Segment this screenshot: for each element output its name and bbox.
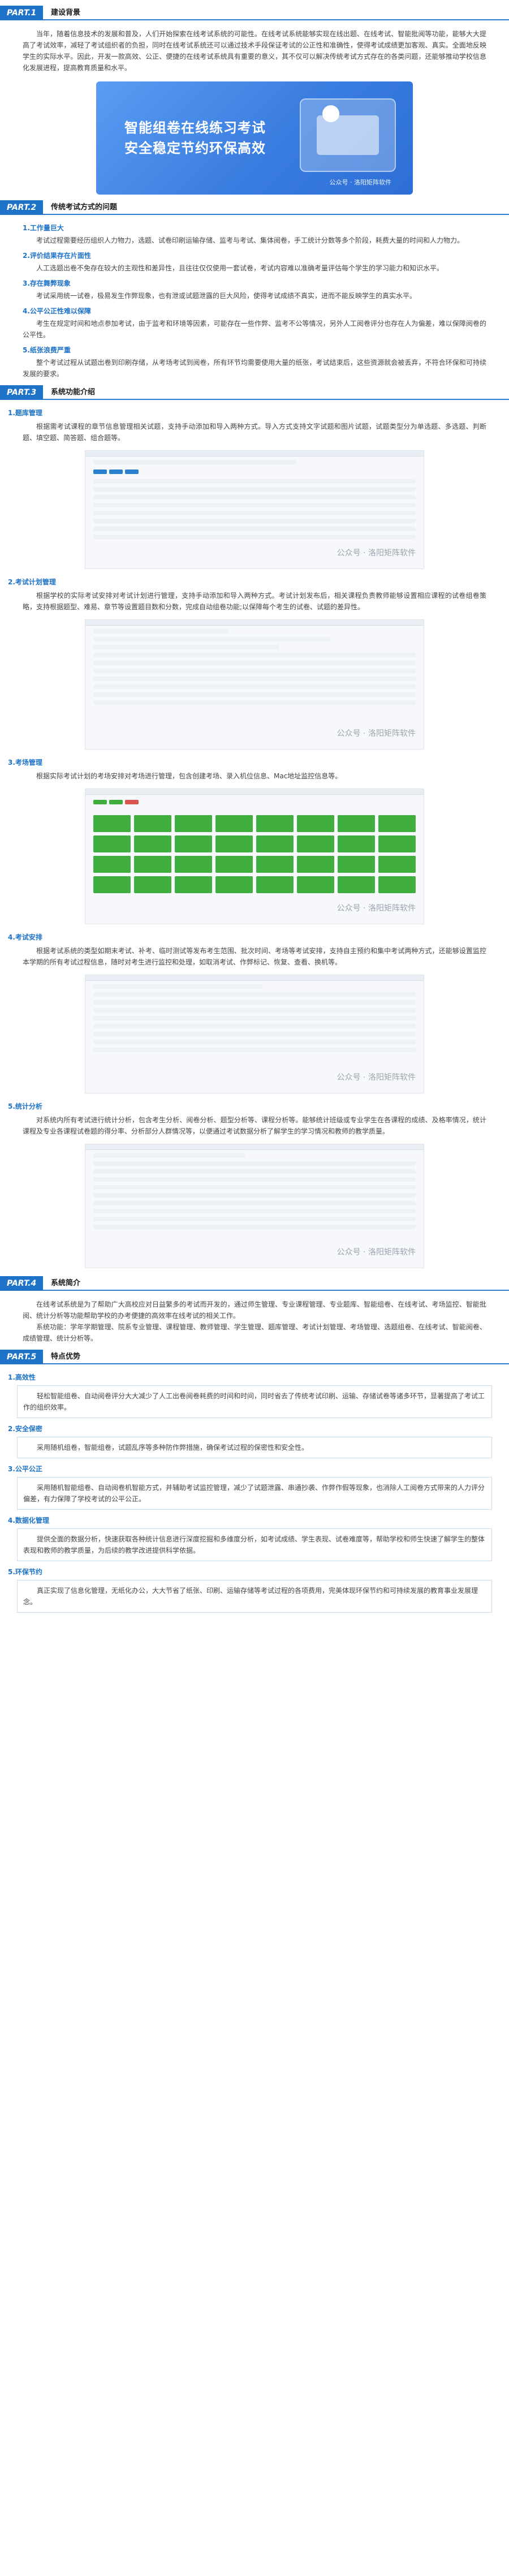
problem-title: 3.存在舞弊现象	[23, 279, 71, 287]
screenshot-question-bank: 公众号 · 洛阳矩阵软件	[85, 450, 424, 569]
feature-text: 根据需考试课程的章节信息管理相关试题，支持手动添加和导入两种方式。导入方式支持文…	[23, 423, 486, 442]
advantage-title: 4.数据化管理	[8, 1517, 49, 1524]
feature-title: 5.统计分析	[8, 1102, 42, 1110]
advantage-item: 5.环保节约 真正实现了信息化管理，无纸化办公，大大节省了纸张、印刷、运输存储等…	[0, 1567, 509, 1613]
watermark: 公众号 · 洛阳矩阵软件	[337, 1248, 416, 1257]
part1-title: 建设背景	[51, 8, 81, 17]
part3-tag: PART.3	[0, 385, 44, 400]
part5-header: PART.5 特点优势	[0, 1350, 509, 1364]
problem-text: 考生在规定时间和地点参加考试，由于监考和环境等因素，可能存在一些作弊、监考不公等…	[23, 320, 486, 339]
watermark: 公众号 · 洛阳矩阵软件	[337, 904, 416, 913]
feature-exam-plan: 2.考试计划管理 根据学校的实际考试安排对考试计划进行管理，支持手动添加和导入两…	[0, 577, 509, 749]
screenshot-exam-room: 公众号 · 洛阳矩阵软件	[85, 789, 424, 924]
screenshot-statistics: 公众号 · 洛阳矩阵软件	[85, 1144, 424, 1268]
advantage-item: 1.高效性 轻松智能组卷、自动阅卷评分大大减少了人工出卷阅卷耗费的时间和时间，同…	[0, 1372, 509, 1418]
advantage-title: 5.环保节约	[8, 1568, 42, 1576]
banner-line2: 安全稳定节约环保高效	[124, 140, 266, 156]
part2-title: 传统考试方式的问题	[51, 203, 118, 212]
feature-exam-room: 3.考场管理 根据实际考试计划的考场安排对考场进行管理，包含创建考场、录入机位信…	[0, 757, 509, 924]
advantage-text: 采用随机智能组卷、自动阅卷机智能方式，并辅助考试监控管理，减少了试题泄露、串通抄…	[17, 1477, 492, 1510]
problem-text: 人工选题出卷不免存在较大的主观性和差异性，且往往仅仅使用一套试卷，考试内容难以准…	[36, 264, 444, 272]
advantage-text: 采用随机组卷，智能组卷，试题乱序等多种防作弊措施，确保考试过程的保密性和安全性。	[17, 1437, 492, 1458]
feature-title: 4.考试安排	[8, 933, 42, 941]
part1-tag: PART.1	[0, 6, 44, 20]
part1-header: PART.1 建设背景	[0, 6, 509, 20]
problem-title: 4.公平公正性难以保障	[23, 307, 91, 315]
feature-question-bank: 1.题库管理 根据需考试课程的章节信息管理相关试题，支持手动添加和导入两种方式。…	[0, 408, 509, 569]
watermark: 公众号 · 洛阳矩阵软件	[337, 729, 416, 738]
feature-text: 根据考试系统的类型如期末考试、补考、临时测试等发布考生范围、批次时间、考场等考试…	[23, 947, 486, 966]
banner-panel-icon	[317, 115, 379, 155]
part3-header: PART.3 系统功能介绍	[0, 385, 509, 400]
problem-item: 3.存在舞弊现象 考试采用统一试卷，极易发生作弊现象，也有泄或试题泄露的巨大风险…	[0, 278, 509, 301]
watermark: 公众号 · 洛阳矩阵软件	[337, 549, 416, 558]
problem-text: 整个考试过程从试题出卷到印刷存储，从考场考试到阅卷，所有环节均需要使用大量的纸张…	[23, 359, 486, 378]
banner-watermark: 公众号 · 洛阳矩阵软件	[329, 179, 392, 186]
problem-item: 4.公平公正性难以保障 考生在规定时间和地点参加考试，由于监考和环境等因素，可能…	[0, 306, 509, 341]
part1-paragraph: 当年，随着信息技术的发展和普及，人们开始探索在线考试系统的可能性。在线考试系统能…	[23, 30, 486, 72]
screenshot-exam-plan: 公众号 · 洛阳矩阵软件	[85, 619, 424, 749]
problem-title: 2.评价结果存在片面性	[23, 252, 91, 260]
feature-title: 1.题库管理	[8, 409, 42, 417]
watermark: 公众号 · 洛阳矩阵软件	[337, 1073, 416, 1082]
part4-header: PART.4 系统简介	[0, 1276, 509, 1291]
part2-header: PART.2 传统考试方式的问题	[0, 200, 509, 215]
banner-avatar-icon	[322, 105, 339, 122]
part4-tag: PART.4	[0, 1276, 44, 1291]
advantage-text: 轻松智能组卷、自动阅卷评分大大减少了人工出卷阅卷耗费的时间和时间，同时省去了传统…	[17, 1385, 492, 1418]
problem-item: 1.工作量巨大 考试过程需要经历组织人力物力，选题、试卷印刷运输存储、监考与考试…	[0, 223, 509, 246]
part4-paragraph: 在线考试系统是为了帮助广大高校应对日益繁多的考试而开发的，通过师生管理、专业课程…	[23, 1300, 486, 1320]
problem-text: 考试过程需要经历组织人力物力，选题、试卷印刷运输存储、监考与考试、集体阅卷，手工…	[36, 236, 464, 244]
feature-title: 3.考场管理	[8, 759, 42, 766]
feature-exam-schedule: 4.考试安排 根据考试系统的类型如期末考试、补考、临时测试等发布考生范围、批次时…	[0, 932, 509, 1093]
advantage-title: 2.安全保密	[8, 1425, 42, 1433]
feature-text: 根据实际考试计划的考场安排对考场进行管理，包含创建考场、录入机位信息、Mac地址…	[36, 772, 342, 780]
part2-list: 1.工作量巨大 考试过程需要经历组织人力物力，选题、试卷印刷运输存储、监考与考试…	[0, 223, 509, 380]
article: PART.1 建设背景 当年，随着信息技术的发展和普及，人们开始探索在线考试系统…	[0, 6, 509, 1624]
problem-text: 考试采用统一试卷，极易发生作弊现象，也有泄或试题泄露的巨大风险，使得考试成绩不真…	[36, 292, 417, 300]
part3-title: 系统功能介绍	[51, 388, 96, 397]
problem-item: 2.评价结果存在片面性 人工选题出卷不免存在较大的主观性和差异性，且往往仅仅使用…	[0, 251, 509, 274]
banner-line1: 智能组卷在线练习考试	[124, 120, 266, 136]
advantage-item: 2.安全保密 采用随机组卷，智能组卷，试题乱序等多种防作弊措施，确保考试过程的保…	[0, 1424, 509, 1458]
advantage-item: 4.数据化管理 提供全面的数据分析，快速获取各种统计信息进行深度挖掘和多维度分析…	[0, 1515, 509, 1561]
part4-paragraph: 系统功能：学年学期管理、院系专业管理、课程管理、教师管理、学生管理、题库管理、考…	[23, 1323, 486, 1342]
screenshot-exam-schedule: 公众号 · 洛阳矩阵软件	[85, 975, 424, 1093]
advantage-text: 提供全面的数据分析，快速获取各种统计信息进行深度挖掘和多维度分析，如考试成绩、学…	[17, 1528, 492, 1561]
advantage-item: 3.公平公正 采用随机智能组卷、自动阅卷机智能方式，并辅助考试监控管理，减少了试…	[0, 1464, 509, 1510]
advantage-title: 3.公平公正	[8, 1465, 42, 1473]
banner-image: 智能组卷在线练习考试 安全稳定节约环保高效 公众号 · 洛阳矩阵软件	[96, 81, 413, 195]
part5-title: 特点优势	[51, 1352, 81, 1361]
feature-statistics: 5.统计分析 对系统内所有考试进行统计分析，包含考生分析、阅卷分析、题型分析等、…	[0, 1101, 509, 1268]
problem-title: 5.纸张浪费严重	[23, 346, 71, 354]
part2-tag: PART.2	[0, 200, 44, 215]
advantage-title: 1.高效性	[8, 1373, 36, 1381]
problem-item: 5.纸张浪费严重 整个考试过程从试题出卷到印刷存储，从考场考试到阅卷，所有环节均…	[0, 345, 509, 380]
advantage-text: 真正实现了信息化管理，无纸化办公，大大节省了纸张、印刷、运输存储等考试过程的各项…	[17, 1580, 492, 1613]
feature-text: 对系统内所有考试进行统计分析，包含考生分析、阅卷分析、题型分析等、课程分析等。能…	[23, 1116, 486, 1135]
feature-text: 根据学校的实际考试安排对考试计划进行管理，支持手动添加和导入两种方式。考试计划发…	[23, 592, 486, 611]
part4-title: 系统简介	[51, 1279, 81, 1287]
feature-title: 2.考试计划管理	[8, 578, 56, 586]
problem-title: 1.工作量巨大	[23, 224, 64, 232]
part5-tag: PART.5	[0, 1350, 44, 1364]
